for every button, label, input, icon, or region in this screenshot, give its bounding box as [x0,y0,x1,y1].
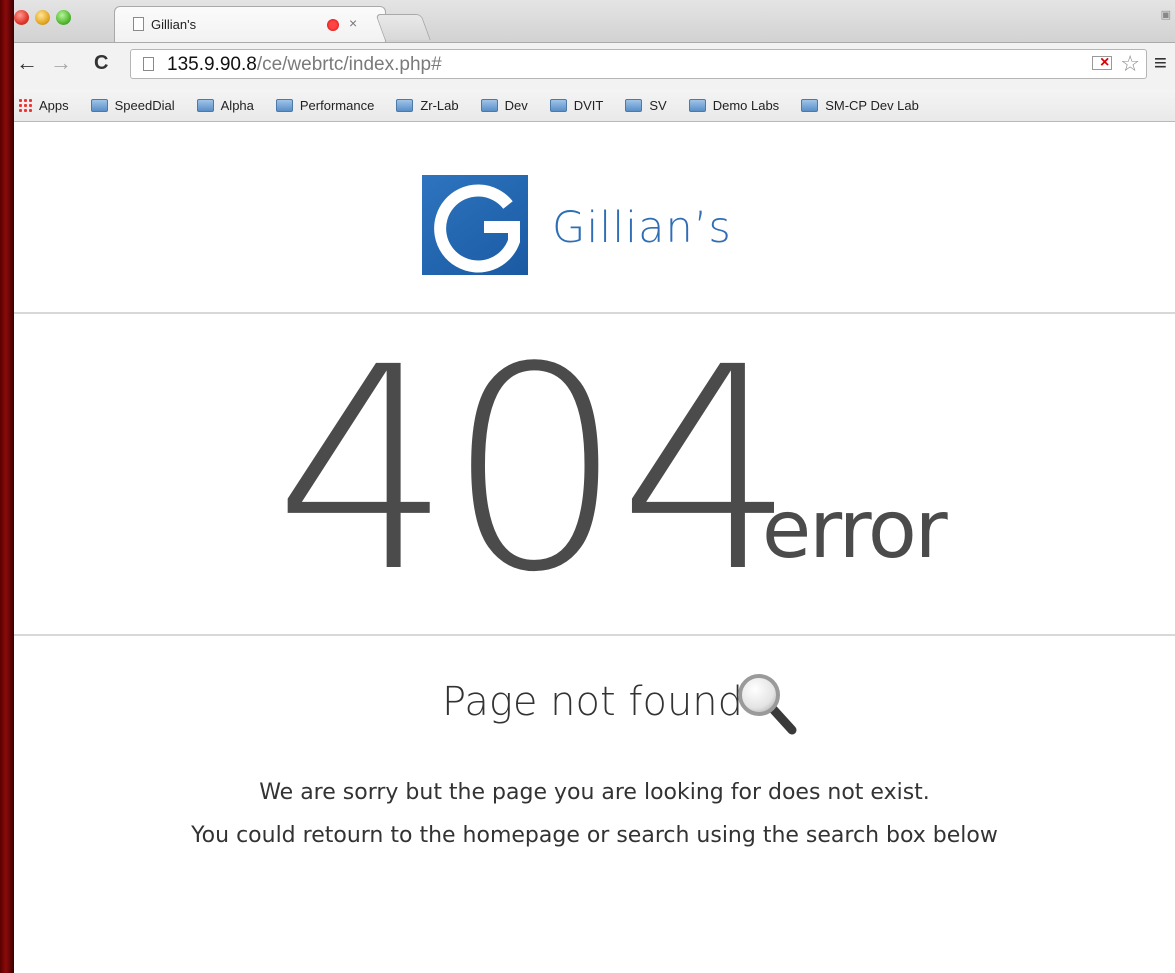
recording-icon [327,19,339,31]
url-path: /ce/webrtc/index.php# [256,54,442,75]
bookmark-label: Dev [504,98,528,113]
folder-icon [549,99,567,112]
error-message-line-1: We are sorry but the page you are lookin… [259,780,930,805]
tab-strip: Gillian's × ▣ [14,0,1175,42]
folder-icon [396,99,414,112]
window-minimize-button[interactable] [35,10,50,25]
url-text[interactable]: 135.9.90.8/ce/webrtc/index.php# [167,54,442,76]
brand-logo[interactable]: Gillian’s [422,175,756,275]
folder-icon [480,99,498,112]
brand-name: Gillian’s [552,203,732,253]
g-logo-icon [422,175,528,275]
bookmark-star-icon[interactable]: ☆ [1120,51,1140,77]
error-word: error [762,483,948,576]
address-bar[interactable]: 135.9.90.8/ce/webrtc/index.php# ☆ [130,49,1147,79]
bookmark-label: DVIT [573,98,604,113]
page-icon [143,57,154,71]
bookmark-label: Alpha [220,98,254,113]
folder-icon [275,99,293,112]
bookmark-folder-sm-cp-dev-lab[interactable]: SM-CP Dev Lab [801,98,919,113]
bookmark-label: SM-CP Dev Lab [825,98,919,113]
folder-icon [688,99,706,112]
folder-icon [196,99,214,112]
bookmark-label: Apps [39,98,69,113]
bookmark-label: Demo Labs [712,98,780,113]
apps-grid-icon [18,98,33,113]
bookmark-label: Zr-Lab [420,98,459,113]
profile-icon: ▣ [1160,9,1171,21]
back-button[interactable]: ← [16,51,38,75]
bookmark-label: Performance [299,98,375,113]
folder-icon [90,99,108,112]
window-close-button[interactable] [14,10,29,25]
bookmark-apps[interactable]: Apps [18,98,69,113]
reload-button[interactable]: C [94,51,108,75]
browser-tab[interactable]: Gillian's × [114,6,386,42]
browser-window: Gillian's × ▣ ← → C 135.9.90.8/ce/webrtc… [14,0,1175,973]
bookmark-label: SV [649,98,667,113]
error-message-line-2: You could retourn to the homepage or sea… [191,823,998,848]
bookmark-folder-dvit[interactable]: DVIT [549,98,604,113]
new-tab-button[interactable] [375,14,431,40]
bookmark-folder-alpha[interactable]: Alpha [196,98,254,113]
magnifier-icon [732,668,802,743]
forward-button[interactable]: → [50,51,72,75]
page-icon [133,17,144,31]
page-not-found-heading: Page not found [442,679,744,725]
bookmark-folder-sv[interactable]: SV [625,98,667,113]
bookmark-label: SpeedDial [114,98,175,113]
url-host: 135.9.90.8 [167,54,257,75]
bookmark-folder-demo-labs[interactable]: Demo Labs [688,98,780,113]
bookmark-folder-performance[interactable]: Performance [275,98,375,113]
menu-icon[interactable]: ≡ [1154,52,1167,74]
bookmark-folder-dev[interactable]: Dev [480,98,528,113]
camera-blocked-icon[interactable] [1092,54,1112,72]
page-content: Gillian’s 404 error Page not found We ar… [14,123,1175,973]
error-code: 404 [274,308,796,634]
bookmark-folder-speeddial[interactable]: SpeedDial [90,98,175,113]
bookmark-folder-zr-lab[interactable]: Zr-Lab [396,98,459,113]
bookmarks-bar: Apps SpeedDial Alpha Performance Zr-Lab … [14,90,1175,122]
tab-title: Gillian's [151,17,197,32]
divider [14,634,1175,636]
folder-icon [625,99,643,112]
window-zoom-button[interactable] [56,10,71,25]
browser-toolbar: ← → C 135.9.90.8/ce/webrtc/index.php# ☆ … [14,42,1175,90]
close-tab-icon[interactable]: × [349,15,357,31]
folder-icon [801,99,819,112]
